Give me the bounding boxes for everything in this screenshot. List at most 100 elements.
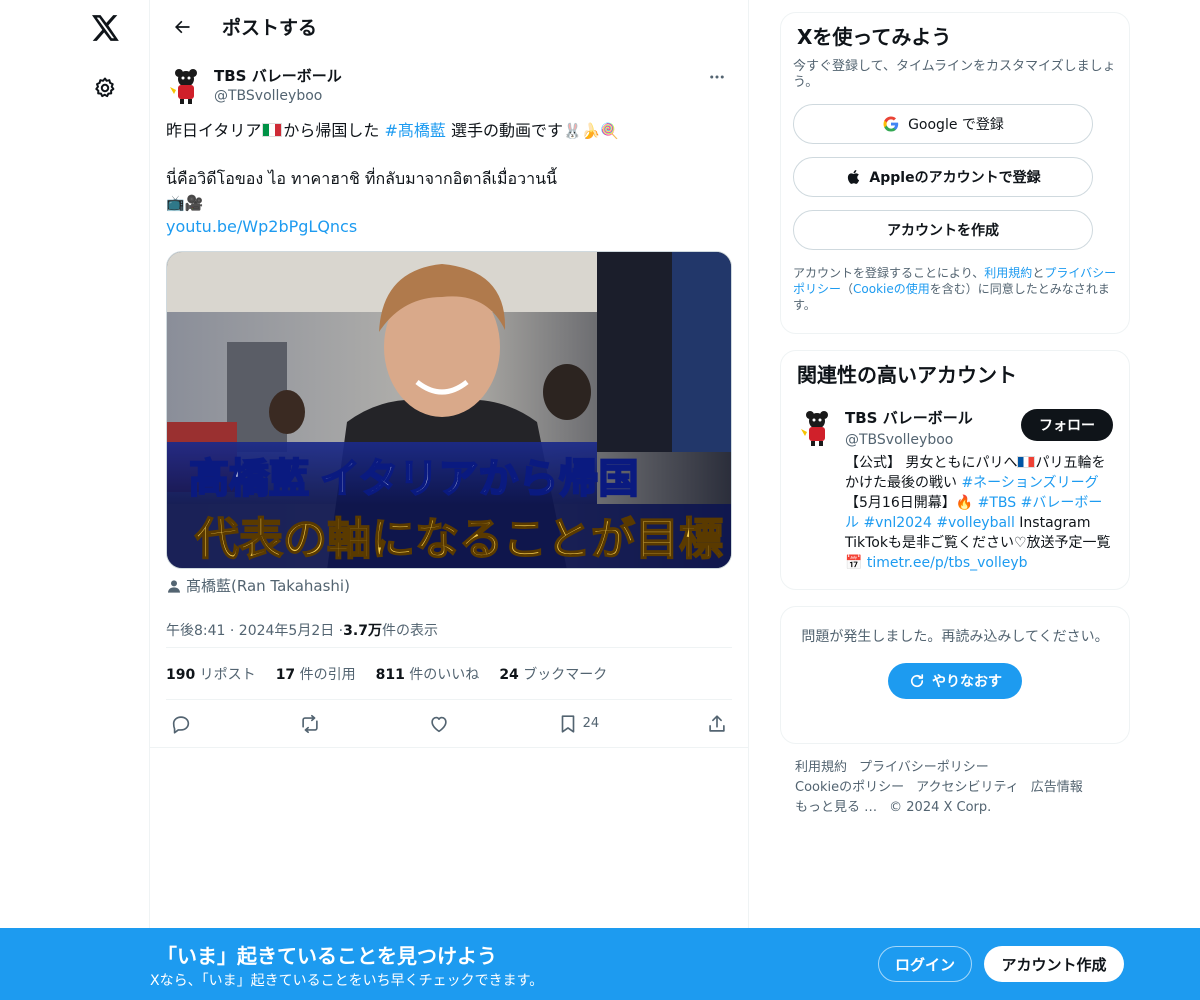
bio-hashtag[interactable]: #ネーションズリーグ xyxy=(961,475,1098,491)
share-button[interactable] xyxy=(706,713,728,735)
like-button[interactable] xyxy=(428,713,450,735)
reposts-value: 190 xyxy=(166,666,196,683)
create-account-label: アカウントを作成 xyxy=(887,223,999,239)
media-credit: 髙橋藍(Ran Takahashi) xyxy=(166,575,732,596)
france-flag-icon xyxy=(1017,456,1036,468)
quotes-count[interactable]: 17 件の引用 xyxy=(276,664,356,684)
main-column: ポストする TBS バレーボール @TBSvolleyboo 昨日イタリア から… xyxy=(149,0,749,1000)
footer-link[interactable]: アクセシビリティ xyxy=(916,780,1019,795)
footer-link[interactable]: 広告情報 xyxy=(1031,780,1083,795)
share-icon xyxy=(709,714,725,732)
post-text: 昨日イタリア から帰国した #髙橋藍 選手の動画です🐰🍌🍭 นี่คือวิดีโ… xyxy=(166,119,732,239)
tv-camera-emoji: 📺🎥 xyxy=(166,194,204,212)
related-name[interactable]: TBS バレーボール xyxy=(845,407,973,429)
heart-icon xyxy=(431,716,447,732)
footer-link[interactable]: Cookieのポリシー xyxy=(795,780,904,795)
likes-value: 811 xyxy=(375,666,405,683)
reposts-count[interactable]: 190 リポスト xyxy=(166,664,256,684)
footer-link[interactable]: 利用規約 xyxy=(795,760,847,775)
bio-hashtag[interactable]: #volleyball xyxy=(936,515,1015,531)
person-icon xyxy=(168,579,180,593)
signup-title: Xを使ってみよう xyxy=(797,25,952,49)
post-author: TBS バレーボール @TBSvolleyboo xyxy=(166,65,732,113)
apple-icon xyxy=(848,170,860,184)
cookie-link[interactable]: Cookieの使用 xyxy=(853,282,930,296)
post-meta: 午後8:41 · 2024年5月2日 · 3.7万 件の表示 xyxy=(166,612,732,648)
main-header: ポストする xyxy=(150,0,748,53)
media-credit-text[interactable]: 髙橋藍(Ran Takahashi) xyxy=(186,575,350,596)
related-accounts-card: 関連性の高いアカウント TBS バレーボール @TBSvolleyboo フォロ… xyxy=(780,350,1130,590)
post: TBS バレーボール @TBSvolleyboo 昨日イタリア から帰国した #髙… xyxy=(150,53,748,748)
gear-icon[interactable] xyxy=(89,72,121,104)
follow-button[interactable]: フォロー xyxy=(1021,409,1113,441)
retry-button[interactable]: やりなおす xyxy=(888,663,1022,699)
post-actions: 24 xyxy=(150,700,748,748)
reply-button[interactable] xyxy=(170,713,192,735)
related-bio: 【公式】 男女ともにパリへ パリ五輪をかけた最後の戦い #ネーションズリーグ 【5… xyxy=(845,453,1113,573)
bio-link[interactable]: timetr.ee/p/tbs_volleyb xyxy=(867,555,1028,571)
repost-button[interactable] xyxy=(299,713,321,735)
media-caption-line2: 代表の軸になることが目標 xyxy=(194,515,723,564)
engagement-counts: 190 リポスト 17 件の引用 811 件のいいね 24 ブックマーク xyxy=(166,648,732,700)
bottom-bar-title: 「いま」起きていることを見つけよう xyxy=(157,944,497,968)
refresh-icon xyxy=(910,674,924,688)
signup-subtitle: 今すぐ登録して、タイムラインをカスタマイズしましょう。 xyxy=(793,59,1116,90)
apple-signup-button[interactable]: Appleのアカウントで登録 xyxy=(793,157,1093,197)
likes-label: 件のいいね xyxy=(404,666,480,683)
views-label: 件の表示 xyxy=(381,622,438,639)
google-signup-label: Google で登録 xyxy=(908,117,1004,133)
reply-icon xyxy=(172,715,190,734)
quotes-label: 件の引用 xyxy=(295,666,356,683)
post-text-line1-pre: 昨日イタリア xyxy=(166,121,262,140)
media-caption-line1: 髙橋藍 イタリアから帰国 xyxy=(189,457,639,501)
footer-link[interactable]: プライバシーポリシー xyxy=(859,760,989,775)
signup-terms: アカウントを登録することにより、利用規約とプライバシーポリシー（Cookieの使… xyxy=(793,265,1117,313)
avatar[interactable] xyxy=(166,65,206,105)
bookmarks-count[interactable]: 24 ブックマーク xyxy=(499,664,607,684)
author-handle[interactable]: @TBSvolleyboo xyxy=(214,86,342,106)
related-title: 関連性の高いアカウント xyxy=(797,363,1017,387)
bio-hashtag[interactable]: #vnl2024 xyxy=(863,515,931,531)
post-text-line1-post: 選手の動画です xyxy=(445,121,563,140)
apple-signup-label: Appleのアカウントで登録 xyxy=(869,170,1041,186)
repost-icon xyxy=(302,714,318,733)
terms-link[interactable]: 利用規約 xyxy=(984,266,1032,280)
login-button[interactable]: ログイン xyxy=(878,946,972,982)
create-account-bottom-button[interactable]: アカウント作成 xyxy=(984,946,1124,982)
bio-hashtag[interactable]: #TBS xyxy=(978,495,1017,511)
post-timestamp[interactable]: 午後8:41 · 2024年5月2日 · xyxy=(166,620,343,640)
bookmark-button[interactable]: 24 xyxy=(557,713,599,735)
x-logo-icon[interactable] xyxy=(88,10,124,46)
related-handle[interactable]: @TBSvolleyboo xyxy=(845,429,973,451)
bookmarks-value: 24 xyxy=(499,666,519,683)
error-card: 問題が発生しました。再読み込みしてください。 やりなおす xyxy=(780,606,1130,744)
reposts-label: リポスト xyxy=(195,666,256,683)
post-text-line1-mid: から帰国した xyxy=(283,121,385,140)
google-signup-button[interactable]: Google で登録 xyxy=(793,104,1093,144)
bio-part1: 【公式】 男女ともにパリへ xyxy=(845,455,1018,471)
google-icon xyxy=(883,116,899,132)
author-name[interactable]: TBS バレーボール xyxy=(214,66,342,86)
hashtag-link[interactable]: #髙橋藍 xyxy=(384,121,445,140)
retry-label: やりなおす xyxy=(932,674,1002,690)
bookmark-icon xyxy=(561,714,574,733)
copyright: © 2024 X Corp. xyxy=(889,800,992,815)
avatar[interactable] xyxy=(797,407,837,447)
more-options-icon[interactable] xyxy=(702,65,732,89)
related-account[interactable]: TBS バレーボール @TBSvolleyboo フォロー 【公式】 男女ともに… xyxy=(797,407,1113,573)
signup-card: Xを使ってみよう 今すぐ登録して、タイムラインをカスタマイズしましょう。 Goo… xyxy=(780,12,1130,334)
footer-link[interactable]: もっと見る … xyxy=(795,800,877,815)
terms-mid: （ xyxy=(841,282,854,296)
views-count: 3.7万 xyxy=(343,622,382,639)
error-message: 問題が発生しました。再読み込みしてください。 xyxy=(801,629,1109,645)
footer: 利用規約 プライバシーポリシー Cookieのポリシー アクセシビリティ 広告情報 も… xyxy=(780,758,1130,818)
likes-count[interactable]: 811 件のいいね xyxy=(376,664,480,684)
bookmarks-label: ブックマーク xyxy=(518,666,608,683)
video-link[interactable]: youtu.be/Wp2bPgLQncs xyxy=(166,217,357,236)
post-emoji: 🐰🍌🍭 xyxy=(562,122,620,140)
post-media-image[interactable]: 髙橋藍 イタリアから帰国 代表の軸になることが目標 xyxy=(166,251,732,569)
terms-and: と xyxy=(1032,266,1045,280)
create-account-button[interactable]: アカウントを作成 xyxy=(793,210,1093,250)
page-title: ポストする xyxy=(222,17,318,39)
back-arrow-icon[interactable] xyxy=(164,9,200,45)
